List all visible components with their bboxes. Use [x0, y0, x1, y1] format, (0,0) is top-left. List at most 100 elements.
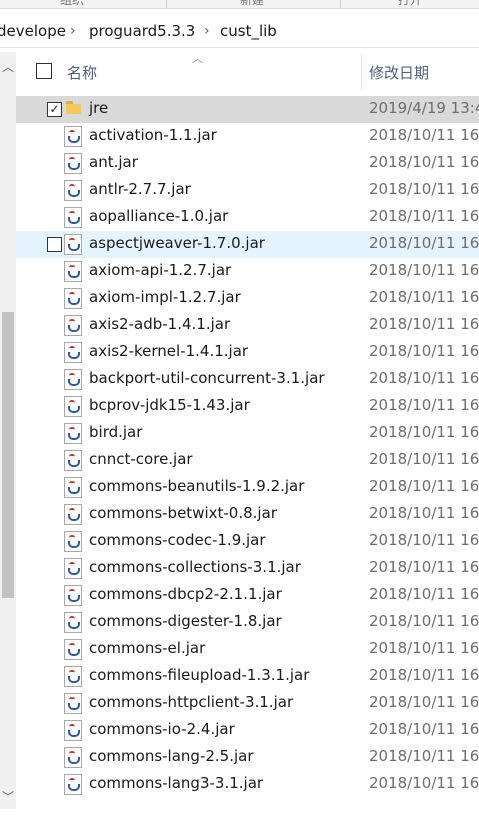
file-date: 2018/10/11 16:: [369, 720, 479, 738]
file-name: bcprov-jdk15-1.43.jar: [89, 396, 250, 414]
java-jar-icon: [64, 396, 82, 417]
file-date: 2018/10/11 16:: [369, 180, 479, 198]
row-checkbox[interactable]: ✓: [47, 102, 62, 117]
java-jar-icon: [64, 720, 82, 741]
file-name: commons-httpclient-3.1.jar: [89, 693, 294, 711]
file-date: 2018/10/11 16:: [369, 207, 479, 225]
file-row[interactable]: aopalliance-1.0.jar 2018/10/11 16:: [16, 204, 479, 231]
file-row[interactable]: commons-betwixt-0.8.jar 2018/10/11 16:: [16, 501, 479, 528]
file-date: 2018/10/11 16:: [369, 126, 479, 144]
java-jar-icon: [64, 342, 82, 363]
scroll-up-icon[interactable]: ︿: [2, 58, 14, 75]
file-date: 2018/10/11 16:: [369, 504, 479, 522]
file-date: 2018/10/11 16:: [369, 612, 479, 630]
file-row[interactable]: commons-lang3-3.1.jar 2018/10/11 16:: [16, 771, 479, 798]
java-jar-icon: [64, 774, 82, 795]
file-date: 2018/10/11 16:: [369, 666, 479, 684]
file-date: 2018/10/11 16:: [369, 288, 479, 306]
file-name: ant.jar: [89, 153, 138, 171]
file-date: 2018/10/11 16:: [369, 477, 479, 495]
java-jar-icon: [64, 126, 82, 147]
file-row[interactable]: ✓ jre 2019/4/19 13:4: [16, 96, 479, 123]
file-date: 2018/10/11 16:: [369, 639, 479, 657]
vertical-scrollbar[interactable]: ︿ ﹀: [0, 52, 16, 809]
column-divider[interactable]: [361, 54, 362, 90]
file-list: ✓ jre 2019/4/19 13:4 activation-1.1.jar 2018…: [16, 96, 479, 798]
file-name: backport-util-concurrent-3.1.jar: [89, 369, 325, 387]
file-row[interactable]: aspectjweaver-1.7.0.jar 2018/10/11 16:: [16, 231, 479, 258]
column-date-header[interactable]: 修改日期: [369, 62, 429, 83]
java-jar-icon: [64, 153, 82, 174]
file-date: 2018/10/11 16:: [369, 747, 479, 765]
file-row[interactable]: cnnct-core.jar 2018/10/11 16:: [16, 447, 479, 474]
java-jar-icon: [64, 585, 82, 606]
file-row[interactable]: commons-io-2.4.jar 2018/10/11 16:: [16, 717, 479, 744]
file-row[interactable]: activation-1.1.jar 2018/10/11 16:: [16, 123, 479, 150]
folder-icon: [66, 101, 81, 114]
file-name: bird.jar: [89, 423, 143, 441]
column-header: ︿ 名称 修改日期: [16, 52, 479, 92]
java-jar-icon: [64, 666, 82, 687]
file-row[interactable]: bcprov-jdk15-1.43.jar 2018/10/11 16:: [16, 393, 479, 420]
file-date: 2018/10/11 16:: [369, 261, 479, 279]
file-date: 2018/10/11 16:: [369, 558, 479, 576]
file-name: commons-collections-3.1.jar: [89, 558, 301, 576]
java-jar-icon: [64, 639, 82, 660]
file-name: commons-fileupload-1.3.1.jar: [89, 666, 310, 684]
file-name: antlr-2.7.7.jar: [89, 180, 191, 198]
ribbon-open[interactable]: 打开: [398, 0, 422, 8]
breadcrumb-item-proguard[interactable]: proguard5.3.3: [89, 22, 195, 40]
file-name: cnnct-core.jar: [89, 450, 193, 468]
file-row[interactable]: backport-util-concurrent-3.1.jar 2018/10/…: [16, 366, 479, 393]
file-name: commons-digester-1.8.jar: [89, 612, 282, 630]
java-jar-icon: [64, 288, 82, 309]
ribbon-divider: [340, 0, 341, 8]
file-date: 2018/10/11 16:: [369, 153, 479, 171]
file-row[interactable]: commons-dbcp2-2.1.1.jar 2018/10/11 16:: [16, 582, 479, 609]
scrollbar-thumb[interactable]: [2, 312, 14, 598]
file-name: commons-lang3-3.1.jar: [89, 774, 264, 792]
breadcrumb-item-develope[interactable]: develope: [0, 22, 66, 40]
chevron-right-icon[interactable]: ›: [204, 23, 210, 39]
java-jar-icon: [64, 315, 82, 336]
java-jar-icon: [64, 558, 82, 579]
file-row[interactable]: axis2-kernel-1.4.1.jar 2018/10/11 16:: [16, 339, 479, 366]
file-name: commons-dbcp2-2.1.1.jar: [89, 585, 282, 603]
java-jar-icon: [64, 612, 82, 633]
file-name: commons-el.jar: [89, 639, 206, 657]
file-row[interactable]: commons-el.jar 2018/10/11 16:: [16, 636, 479, 663]
file-row[interactable]: commons-fileupload-1.3.1.jar 2018/10/11 1…: [16, 663, 479, 690]
file-row[interactable]: axiom-impl-1.2.7.jar 2018/10/11 16:: [16, 285, 479, 312]
file-date: 2018/10/11 16:: [369, 234, 479, 252]
ribbon-new[interactable]: 新建: [240, 0, 264, 8]
file-row[interactable]: commons-codec-1.9.jar 2018/10/11 16:: [16, 528, 479, 555]
file-date: 2018/10/11 16:: [369, 585, 479, 603]
java-jar-icon: [64, 261, 82, 282]
file-date: 2018/10/11 16:: [369, 396, 479, 414]
file-name: commons-io-2.4.jar: [89, 720, 235, 738]
file-row[interactable]: commons-digester-1.8.jar 2018/10/11 16:: [16, 609, 479, 636]
file-date: 2018/10/11 16:: [369, 531, 479, 549]
file-date: 2018/10/11 16:: [369, 369, 479, 387]
chevron-right-icon[interactable]: ›: [70, 23, 76, 39]
file-row[interactable]: antlr-2.7.7.jar 2018/10/11 16:: [16, 177, 479, 204]
file-row[interactable]: commons-lang-2.5.jar 2018/10/11 16:: [16, 744, 479, 771]
ribbon-organize[interactable]: 组织: [60, 0, 84, 8]
file-name: commons-beanutils-1.9.2.jar: [89, 477, 305, 495]
file-name: aopalliance-1.0.jar: [89, 207, 229, 225]
sort-up-icon: ︿: [192, 52, 203, 65]
column-name-header[interactable]: 名称: [67, 62, 97, 83]
file-row[interactable]: axiom-api-1.2.7.jar 2018/10/11 16:: [16, 258, 479, 285]
file-row[interactable]: commons-beanutils-1.9.2.jar 2018/10/11 16…: [16, 474, 479, 501]
java-jar-icon: [64, 477, 82, 498]
row-checkbox[interactable]: [47, 237, 62, 252]
ribbon-toolbar: 组织 新建 打开: [0, 0, 479, 9]
scroll-down-icon[interactable]: ﹀: [2, 788, 14, 805]
file-row[interactable]: commons-collections-3.1.jar 2018/10/11 16…: [16, 555, 479, 582]
select-all-checkbox[interactable]: [36, 63, 52, 79]
breadcrumb-item-cust-lib[interactable]: cust_lib: [220, 22, 277, 40]
file-row[interactable]: axis2-adb-1.4.1.jar 2018/10/11 16:: [16, 312, 479, 339]
file-row[interactable]: bird.jar 2018/10/11 16:: [16, 420, 479, 447]
file-row[interactable]: ant.jar 2018/10/11 16:: [16, 150, 479, 177]
file-row[interactable]: commons-httpclient-3.1.jar 2018/10/11 16:: [16, 690, 479, 717]
